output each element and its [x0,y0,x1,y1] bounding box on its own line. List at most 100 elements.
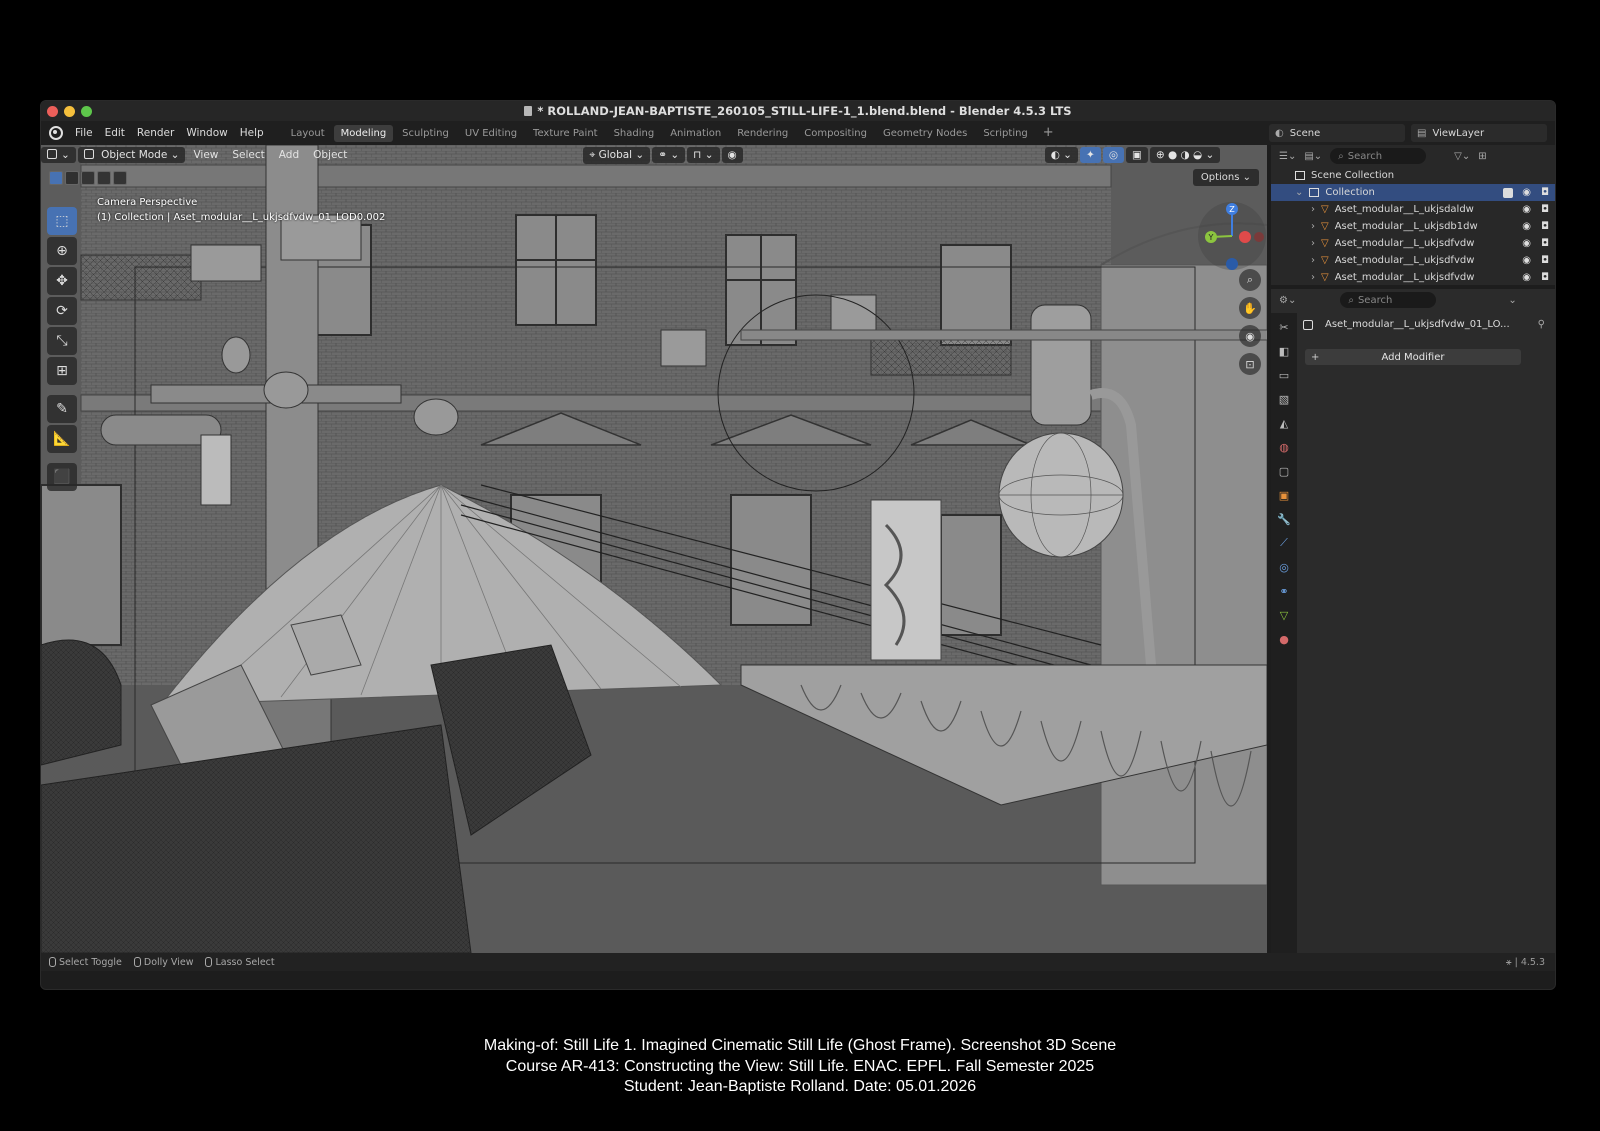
visibility-eye-icon[interactable]: ◉ [1522,255,1531,266]
menu-edit[interactable]: Edit [99,127,131,139]
collection-include-checkbox[interactable] [1503,187,1513,198]
tab-shading[interactable]: Shading [607,125,662,142]
select-new-button[interactable] [49,171,63,185]
xray-toggle-icon[interactable]: ▣ [1125,147,1148,163]
particles-tab-icon[interactable]: ⟋ [1276,535,1292,551]
add-modifier-button[interactable]: + Add Modifier [1305,349,1521,365]
expand-icon[interactable]: › [1311,255,1315,266]
data-tab-icon[interactable]: ▽ [1276,607,1292,623]
outliner-object-row[interactable]: › ▽ Aset_modular__L_ukjsdfvdw ◉ ◘ [1271,235,1555,252]
move-tool-icon[interactable]: ✥ [47,267,77,295]
select-box-tool-icon[interactable]: ⬚ [47,207,77,235]
scale-tool-icon[interactable]: ⤡ [47,327,77,355]
select-subtract-button[interactable] [81,171,95,185]
menu-file[interactable]: File [69,127,99,139]
expand-icon[interactable]: › [1311,238,1315,249]
camera-view-icon[interactable]: ◉ [1239,325,1261,347]
pin-icon[interactable]: ⚲ [1538,319,1545,330]
tab-layout[interactable]: Layout [284,125,332,142]
scene-tab-icon[interactable]: ◭ [1276,415,1292,431]
render-camera-icon[interactable]: ◘ [1541,187,1549,198]
tab-rendering[interactable]: Rendering [730,125,795,142]
visibility-eye-icon[interactable]: ◉ [1522,238,1531,249]
shading-modes-icon[interactable]: ⊕ ● ◑ ◒ ⌄ [1149,147,1221,163]
add-cube-tool-icon[interactable]: ⬛ [47,463,77,491]
physics-tab-icon[interactable]: ◎ [1276,559,1292,575]
mode-selector[interactable]: Object Mode ⌄ [77,147,186,163]
outliner-object-row[interactable]: › ▽ Aset_modular__L_ukjsdb1dw ◉ ◘ [1271,218,1555,235]
outliner-object-row[interactable]: › ▽ Aset_modular__L_ukjsdaldw ◉ ◘ [1271,201,1555,218]
scene-selector[interactable]: ◐ Scene [1269,124,1405,142]
menu-window[interactable]: Window [180,127,233,139]
measure-tool-icon[interactable]: 📐 [47,425,77,453]
tab-sculpting[interactable]: Sculpting [395,125,456,142]
outliner-object-row[interactable]: › ▽ Aset_modular__L_ukjsdfvdw ◉ ◘ [1271,252,1555,269]
tab-scripting[interactable]: Scripting [976,125,1034,142]
transform-orientation-selector[interactable]: ⌖ Global ⌄ [583,146,651,164]
add-workspace-button[interactable]: + [1037,125,1060,142]
menu-add[interactable]: Add [273,147,305,163]
render-camera-icon[interactable]: ◘ [1541,272,1549,283]
gizmo-toggle-icon[interactable]: ✦ [1080,147,1101,163]
outliner-editor-icon[interactable]: ☰⌄ [1279,151,1296,162]
close-window-button[interactable] [47,106,58,117]
expand-icon[interactable]: › [1311,204,1315,215]
new-collection-icon[interactable]: ⊞ [1478,151,1486,162]
select-invert-button[interactable] [97,171,111,185]
tab-modeling[interactable]: Modeling [333,124,394,142]
collection-row[interactable]: ⌄ Collection ◉ ◘ [1271,184,1555,201]
tab-uv-editing[interactable]: UV Editing [458,125,524,142]
visibility-eye-icon[interactable]: ◉ [1522,187,1531,198]
pan-hand-icon[interactable]: ✋ [1239,297,1261,319]
snap-icon[interactable]: ⊓ ⌄ [687,147,720,163]
render-camera-icon[interactable]: ◘ [1541,204,1549,215]
select-extend-button[interactable] [65,171,79,185]
tab-geometry-nodes[interactable]: Geometry Nodes [876,125,974,142]
proportional-edit-icon[interactable]: ◉ [721,147,743,163]
menu-object[interactable]: Object [307,147,353,163]
view-layer-selector[interactable]: ▤ ViewLayer [1411,124,1547,142]
modifier-wrench-icon[interactable]: 🔧 [1276,511,1292,527]
render-camera-icon[interactable]: ◘ [1541,255,1549,266]
properties-options-icon[interactable]: ⌄ [1508,295,1516,306]
properties-editor-icon[interactable]: ⚙⌄ [1279,295,1296,306]
zoom-icon[interactable]: ⌕ [1239,269,1261,291]
menu-select[interactable]: Select [226,147,270,163]
transform-tool-icon[interactable]: ⊞ [47,357,77,385]
view-layer-tab-icon[interactable]: ▧ [1276,391,1292,407]
options-dropdown[interactable]: Options ⌄ [1192,169,1259,186]
expand-icon[interactable]: › [1311,272,1315,283]
tab-compositing[interactable]: Compositing [797,125,874,142]
menu-help[interactable]: Help [234,127,270,139]
render-camera-icon[interactable]: ◘ [1541,221,1549,232]
constraints-tab-icon[interactable]: ⚭ [1276,583,1292,599]
minimize-window-button[interactable] [64,106,75,117]
visibility-eye-icon[interactable]: ◉ [1522,272,1531,283]
collection-expand-icon[interactable]: ⌄ [1295,187,1303,198]
tool-tab-icon[interactable]: ✂ [1276,319,1292,335]
editor-type-button[interactable]: ⌄ [41,147,76,163]
expand-icon[interactable]: › [1311,221,1315,232]
cursor-tool-icon[interactable]: ⊕ [47,237,77,265]
menu-render[interactable]: Render [131,127,180,139]
outliner-search-input[interactable]: ⌕ Search [1330,148,1427,164]
pivot-icon[interactable]: ⚭ ⌄ [652,147,686,163]
tab-animation[interactable]: Animation [663,125,728,142]
3d-viewport[interactable]: ⌄ Object Mode ⌄ View Select Add Object ⌖… [41,145,1267,953]
visibility-eye-icon[interactable]: ◉ [1522,204,1531,215]
lock-icon[interactable]: ⊡ [1239,353,1261,375]
menu-view[interactable]: View [187,147,224,163]
output-tab-icon[interactable]: ▭ [1276,367,1292,383]
world-tab-icon[interactable]: ◍ [1276,439,1292,455]
render-tab-icon[interactable]: ◧ [1276,343,1292,359]
filter-icon[interactable]: ▽⌄ [1454,151,1470,162]
overlay-toggle-icon[interactable]: ◎ [1102,147,1124,163]
display-mode-icon[interactable]: ▤⌄ [1304,151,1322,162]
tab-texture-paint[interactable]: Texture Paint [526,125,605,142]
navigation-gizmo[interactable]: Z Y [1197,201,1267,271]
visibility-icon[interactable]: ◐ ⌄ [1044,147,1078,163]
object-tab-icon[interactable]: ▣ [1276,487,1292,503]
render-camera-icon[interactable]: ◘ [1541,238,1549,249]
material-tab-icon[interactable]: ● [1276,631,1292,647]
blender-logo-icon[interactable] [49,126,63,140]
